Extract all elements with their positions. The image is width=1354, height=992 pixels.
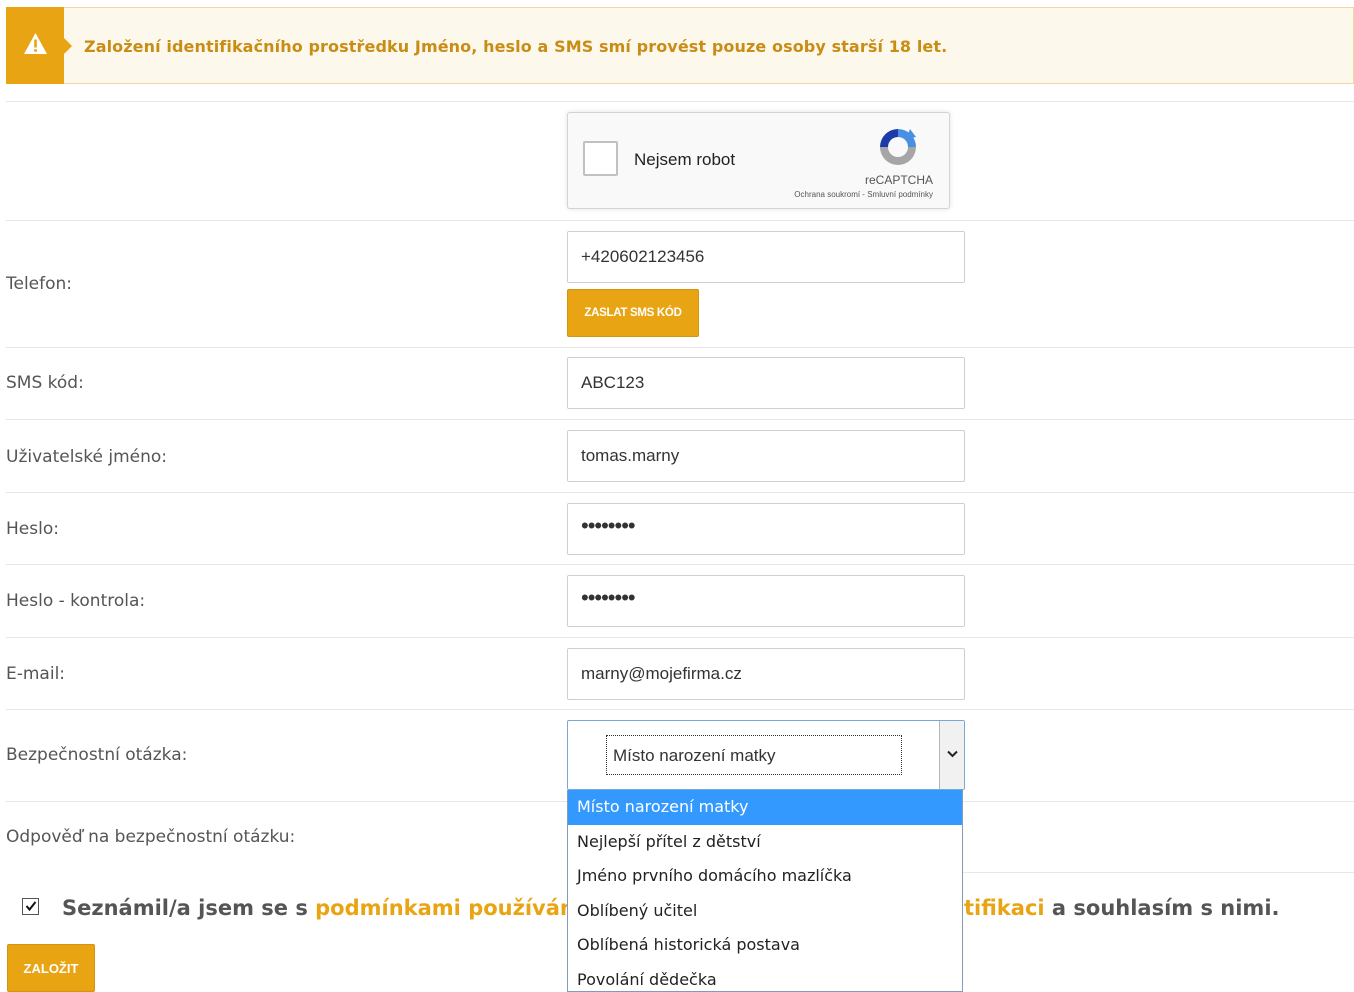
password-check-label: Heslo - kontrola: — [6, 591, 146, 611]
select-dropdown-button[interactable] — [939, 721, 964, 789]
sms-code-input[interactable]: ABC123 — [567, 357, 965, 409]
row-divider — [6, 709, 1354, 710]
recaptcha-links[interactable]: Ochrana soukromí - Smluvní podmínky — [794, 190, 933, 199]
row-divider — [6, 564, 1354, 565]
option-mother-birthplace[interactable]: Místo narození matky — [568, 790, 962, 825]
recaptcha-widget: Nejsem robot reCAPTCHA Ochrana soukromí … — [567, 112, 950, 209]
recaptcha-label: Nejsem robot — [634, 150, 736, 169]
email-input[interactable]: marny@mojefirma.cz — [567, 648, 965, 700]
recaptcha-checkbox[interactable] — [583, 141, 618, 176]
terms-link[interactable]: podmínkami používání — [315, 896, 582, 920]
password-label: Heslo: — [6, 519, 59, 539]
sms-code-label: SMS kód: — [6, 373, 84, 393]
username-label: Uživatelské jméno: — [6, 447, 168, 467]
chevron-down-icon — [947, 750, 958, 758]
consent-prefix: Seznámil/a jsem se s — [62, 896, 308, 920]
email-label: E-mail: — [6, 664, 66, 684]
alert-icon-box — [6, 7, 64, 84]
option-grandfather-job[interactable]: Povolání dědečka — [568, 963, 962, 992]
consent-text-end: tifikaci a souhlasím s nimi. — [964, 896, 1280, 920]
alert-arrow — [64, 38, 72, 54]
age-warning-alert: Založení identifikačního prostředku Jmén… — [6, 7, 1354, 84]
password-input[interactable]: •••••••• — [567, 503, 965, 555]
send-sms-code-button[interactable]: ZASLAT SMS KÓD — [567, 289, 699, 337]
row-divider — [6, 220, 1354, 221]
security-question-select[interactable]: Místo narození matky — [567, 720, 965, 790]
phone-input[interactable]: +420602123456 — [567, 231, 965, 283]
phone-label: Telefon: — [6, 274, 73, 294]
row-divider — [963, 872, 1354, 873]
security-question-selected: Místo narození matky — [606, 735, 902, 775]
alert-text: Založení identifikačního prostředku Jmén… — [84, 37, 948, 56]
consent-checkbox[interactable] — [22, 898, 39, 915]
checkmark-icon — [25, 901, 37, 912]
row-divider — [6, 637, 1354, 638]
terms-link-tail[interactable]: tifikaci — [964, 896, 1045, 920]
row-divider — [6, 101, 1354, 102]
username-input[interactable]: tomas.marny — [567, 430, 965, 482]
option-favourite-teacher[interactable]: Oblíbený učitel — [568, 894, 962, 929]
option-historical-figure[interactable]: Oblíbená historická postava — [568, 928, 962, 963]
consent-suffix: a souhlasím s nimi. — [1051, 896, 1280, 920]
row-divider — [6, 492, 1354, 493]
security-question-label: Bezpečnostní otázka: — [6, 745, 188, 765]
recaptcha-logo-icon — [880, 129, 916, 165]
recaptcha-brand: reCAPTCHA — [864, 173, 933, 187]
password-check-input[interactable]: •••••••• — [567, 575, 965, 627]
option-childhood-friend[interactable]: Nejlepší přítel z dětství — [568, 825, 962, 860]
row-divider — [6, 347, 1354, 348]
create-button[interactable]: ZALOŽIT — [7, 944, 95, 992]
warning-icon — [24, 33, 47, 54]
option-first-pet[interactable]: Jméno prvního domácího mazlíčka — [568, 859, 962, 894]
consent-text-start: Seznámil/a jsem se s podmínkami používán… — [62, 896, 582, 920]
row-divider — [6, 419, 1354, 420]
security-question-options: Místo narození matky Nejlepší přítel z d… — [567, 790, 963, 992]
security-answer-label: Odpověď na bezpečnostní otázku: — [6, 827, 296, 847]
